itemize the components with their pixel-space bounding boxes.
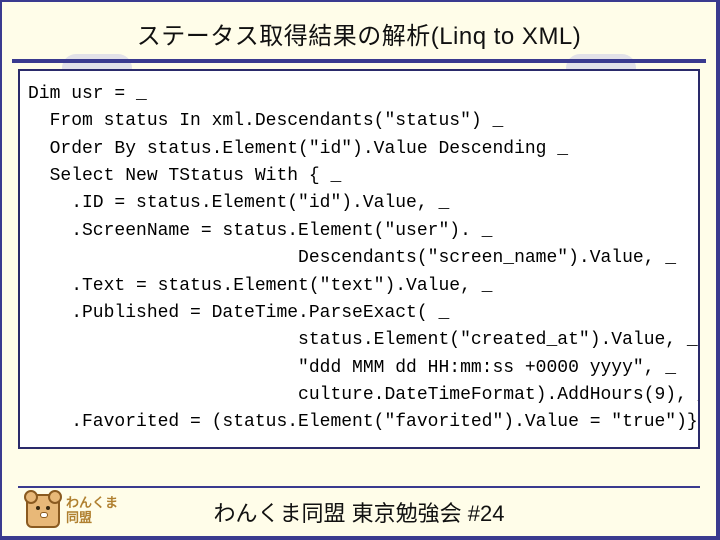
footer-divider	[18, 486, 700, 488]
title-underline	[12, 59, 706, 63]
wankuma-logo: わんくま 同盟	[26, 494, 118, 528]
logo-text-line1: わんくま	[66, 496, 118, 511]
logo-text: わんくま 同盟	[66, 496, 118, 526]
bear-icon	[26, 494, 60, 528]
logo-text-line2: 同盟	[66, 511, 118, 526]
footer: わんくま 同盟 わんくま同盟 東京勉強会 #24	[2, 496, 716, 528]
footer-title: わんくま同盟 東京勉強会 #24	[214, 496, 505, 528]
code-block: Dim usr = _ From status In xml.Descendan…	[18, 69, 700, 449]
slide-title: ステータス取得結果の解析(Linq to XML)	[2, 2, 716, 59]
